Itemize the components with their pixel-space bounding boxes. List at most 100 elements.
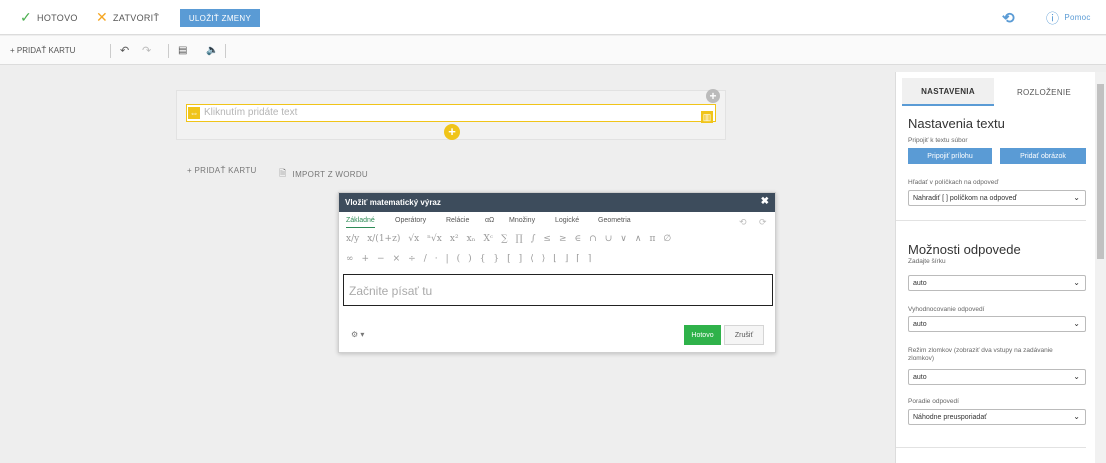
help-button[interactable]: ⓘ Pomoc <box>1046 0 1091 35</box>
symbol-button[interactable]: ≤ <box>543 234 551 244</box>
symbol-button[interactable]: ∑ <box>501 234 507 244</box>
search-blanks-select[interactable]: Nahradiť [ ] políčkom na odpoveď ⌄ <box>908 190 1086 206</box>
attach-file-button[interactable]: Pripojiť prílohu <box>908 148 992 164</box>
math-cancel-button[interactable]: Zrušiť <box>724 325 764 345</box>
trash-icon[interactable]: ▥ <box>701 111 713 123</box>
toolbar-divider <box>168 44 169 58</box>
add-image-button[interactable]: Pridať obrázok <box>1000 148 1086 164</box>
redo-icon[interactable]: ⟳ <box>759 217 767 228</box>
settings-gear-icon[interactable]: ⚙ ▾ <box>351 330 364 339</box>
evaluation-select[interactable]: auto ⌄ <box>908 316 1086 332</box>
symbol-button[interactable]: | <box>446 254 449 264</box>
symbol-button[interactable]: ⟩ <box>542 254 546 264</box>
math-expression-dialog: Vložiť matematický výraz ✖ Základné Oper… <box>338 192 776 353</box>
symbol-button[interactable]: ⌉ <box>588 254 592 264</box>
close-icon[interactable]: ✖ <box>761 196 769 207</box>
symbol-button[interactable]: × <box>393 254 401 264</box>
symbol-button[interactable]: ] <box>519 254 523 264</box>
add-card-toolbar-button[interactable]: + PRIDAŤ KARTU <box>10 36 75 65</box>
symbol-button[interactable]: x/(1+z) <box>367 234 400 244</box>
close-button[interactable]: ✕ ZATVORIŤ <box>96 0 159 35</box>
symbol-button[interactable]: ( <box>457 254 461 264</box>
symbol-button[interactable]: ∈ <box>574 234 581 244</box>
symbol-button[interactable]: ∨ <box>620 234 627 244</box>
tab-greek[interactable]: αΩ <box>485 217 494 224</box>
width-select[interactable]: auto ⌄ <box>908 275 1086 291</box>
tab-sets[interactable]: Množiny <box>509 217 535 224</box>
symbol-button[interactable]: ∩ <box>589 234 597 244</box>
undo-icon[interactable]: ⟲ <box>1002 0 1015 35</box>
answer-options-heading: Možnosti odpovede <box>908 242 1021 257</box>
card-text-input[interactable]: Kliknutím pridáte text <box>186 104 716 122</box>
chevron-down-icon: ⌄ <box>1073 319 1080 328</box>
done-button[interactable]: ✓ HOTOVO <box>20 0 78 35</box>
fraction-mode-label: Režim zlomkov (zobraziť dva vstupy na za… <box>908 347 1053 362</box>
import-word-link[interactable]: 🗎 IMPORT Z WORDU <box>279 166 368 182</box>
undo-icon[interactable]: ⟲ <box>739 217 747 228</box>
symbol-button[interactable]: x/y <box>346 234 359 244</box>
editor-toolbar: + PRIDAŤ KARTU ↶ ↷ ▤ 🔈 <box>0 36 1106 65</box>
add-card-plus-icon[interactable]: + <box>706 89 720 103</box>
symbol-button[interactable]: Xᶜ <box>484 234 494 244</box>
tab-settings[interactable]: NASTAVENIA <box>902 78 994 106</box>
symbol-button[interactable]: { <box>480 254 486 264</box>
undo-icon[interactable]: ↶ <box>120 36 129 65</box>
symbol-button[interactable]: ⌋ <box>565 254 569 264</box>
answer-order-select[interactable]: Náhodne preusporiadať ⌄ <box>908 409 1086 425</box>
symbol-button[interactable]: ⌈ <box>576 254 580 264</box>
close-icon: ✕ <box>96 9 109 25</box>
text-settings-heading: Nastavenia textu <box>908 116 1005 131</box>
tab-layout[interactable]: ROZLOŽENIE <box>1002 78 1086 106</box>
add-card-link[interactable]: + PRIDAŤ KARTU <box>187 166 257 175</box>
symbol-button[interactable]: ∞ <box>346 254 354 264</box>
tab-logic[interactable]: Logické <box>555 217 579 224</box>
chevron-down-icon: ⌄ <box>1073 193 1080 202</box>
redo-icon[interactable]: ↷ <box>142 36 151 65</box>
database-icon[interactable]: ▤ <box>178 36 187 65</box>
tab-operators[interactable]: Operátory <box>395 217 426 224</box>
symbol-button[interactable]: ÷ <box>408 254 416 264</box>
symbol-button[interactable]: [ <box>507 254 511 264</box>
symbol-button[interactable]: / <box>424 254 427 264</box>
divider <box>896 220 1086 221</box>
panel-scrollbar-thumb[interactable] <box>1097 84 1104 259</box>
document-icon: 🗎 <box>279 168 287 178</box>
search-blanks-label: Hľadať v políčkach na odpoveď <box>908 179 999 186</box>
symbol-row-2: ∞ + − × ÷ / · | () {} [] ⟨ ⟩ ⌊ ⌋ ⌈ ⌉ <box>346 254 599 264</box>
symbol-button[interactable]: ⁿ√x <box>427 234 442 244</box>
chevron-down-icon: ⌄ <box>1073 412 1080 421</box>
symbol-button[interactable]: ⌊ <box>553 254 557 264</box>
symbol-button[interactable]: π <box>649 234 655 244</box>
attach-label: Pripojiť k textu súbor <box>908 137 968 144</box>
tab-relations[interactable]: Relácie <box>446 217 469 224</box>
dialog-header: Vložiť matematický výraz ✖ <box>339 193 775 212</box>
symbol-button[interactable]: ∏ <box>516 234 523 244</box>
math-ok-button[interactable]: Hotovo <box>684 325 721 345</box>
tab-basic[interactable]: Základné <box>346 217 375 228</box>
symbol-button[interactable]: xₙ <box>467 234 476 244</box>
audio-icon[interactable]: 🔈 <box>206 36 218 65</box>
symbol-button[interactable]: · <box>435 254 438 264</box>
symbol-button[interactable]: ∪ <box>605 234 613 244</box>
symbol-button[interactable]: − <box>377 254 385 264</box>
add-item-plus-icon[interactable]: + <box>444 124 460 140</box>
width-label: Zadajte šírku <box>908 258 946 265</box>
symbol-button[interactable]: √x <box>408 234 419 244</box>
drag-handle-icon[interactable]: ⇔ <box>188 107 200 119</box>
math-input-field[interactable]: Začnite písať tu <box>343 274 773 306</box>
symbol-button[interactable]: ∫ <box>531 234 536 244</box>
symbol-button[interactable]: x² <box>450 234 459 244</box>
fraction-mode-select[interactable]: auto ⌄ <box>908 369 1086 385</box>
symbol-button[interactable]: + <box>362 254 370 264</box>
dialog-title: Vložiť matematický výraz <box>345 198 441 207</box>
symbol-button[interactable]: ≥ <box>559 234 567 244</box>
symbol-button[interactable]: ∧ <box>635 234 642 244</box>
evaluation-label: Vyhodnocovanie odpovedí <box>908 306 985 313</box>
divider <box>896 447 1086 448</box>
symbol-button[interactable]: } <box>493 254 499 264</box>
symbol-button[interactable]: ) <box>468 254 472 264</box>
save-changes-button[interactable]: ULOŽIŤ ZMENY <box>180 9 260 27</box>
symbol-button[interactable]: ∅ <box>663 234 671 244</box>
tab-geometry[interactable]: Geometria <box>598 217 631 224</box>
symbol-button[interactable]: ⟨ <box>530 254 534 264</box>
